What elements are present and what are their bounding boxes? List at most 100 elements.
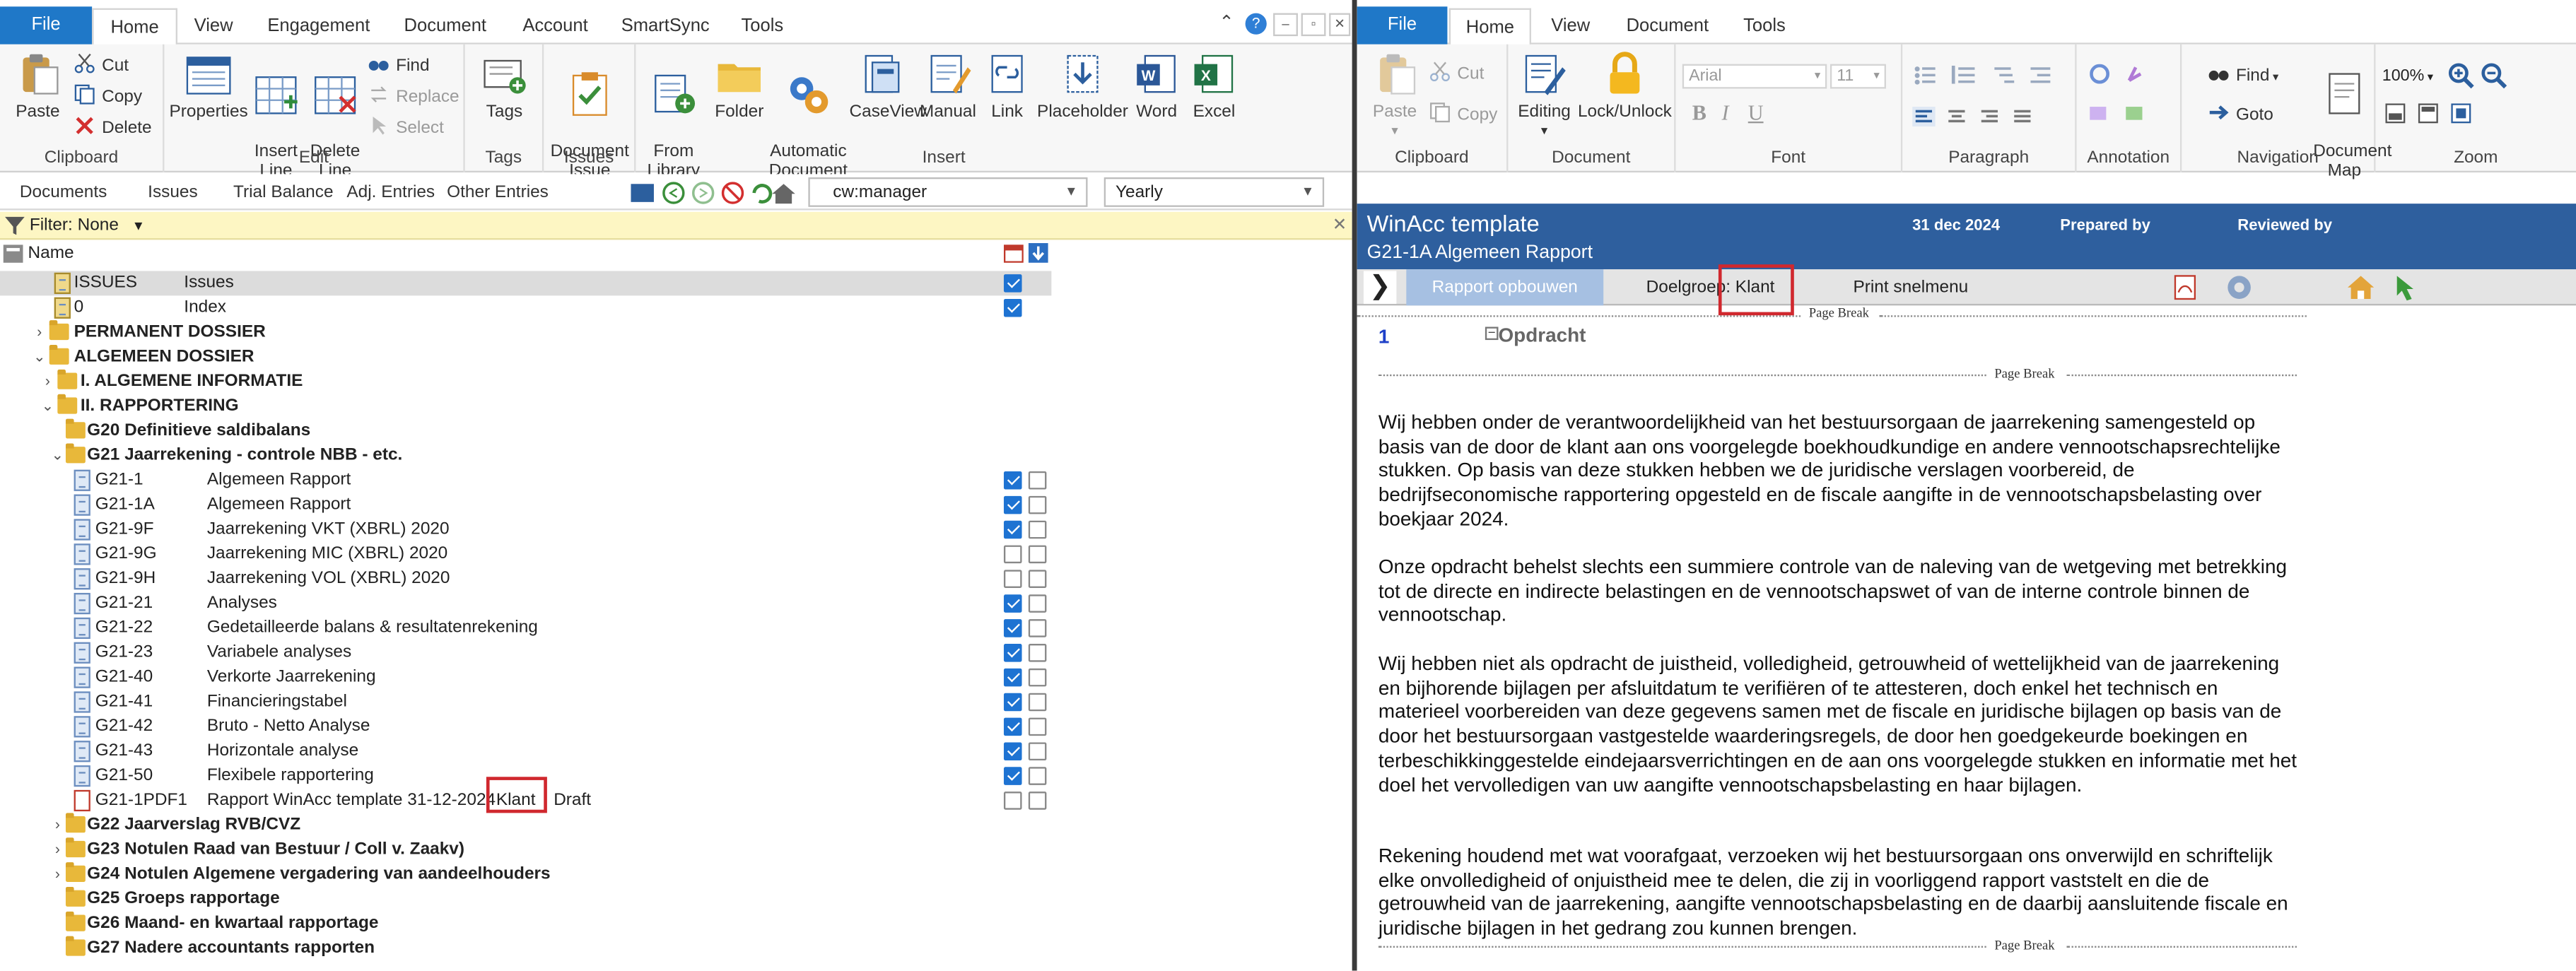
editor-tab-home[interactable]: Home (1448, 8, 1531, 47)
multilevel-list-icon[interactable] (1994, 67, 2015, 83)
home-icon[interactable] (2346, 273, 2376, 302)
nav-adj-entries[interactable]: Adj. Entries (346, 174, 435, 210)
collapse-ribbon-icon[interactable]: ⌃ (1219, 11, 1234, 33)
reviewed-checkbox[interactable] (1028, 570, 1047, 588)
tab-view[interactable]: View (184, 8, 243, 45)
word-button[interactable]: W Word (1130, 51, 1183, 122)
editor-cut-button[interactable]: Cut (1429, 61, 1484, 87)
calendar-icon[interactable] (1003, 243, 1024, 263)
tags-button[interactable]: Tags (478, 51, 530, 122)
align-center-icon[interactable] (1948, 110, 1965, 123)
tree-row[interactable]: 0 Index (0, 295, 1051, 320)
prepared-checkbox[interactable] (1003, 545, 1022, 564)
folder-button[interactable]: Folder (710, 51, 769, 122)
build-report-button[interactable]: Rapport opbouwen (1406, 269, 1604, 306)
tree-row[interactable]: › G22 Jaarverslag RVB/CVZ (0, 813, 1051, 837)
editor-copy-button[interactable]: Copy (1429, 102, 1497, 128)
prepared-checkbox[interactable] (1003, 495, 1022, 514)
properties-button[interactable]: Properties (168, 51, 250, 122)
collapse-arrow-icon[interactable]: ⌄ (49, 443, 66, 468)
tree-row[interactable]: G20 Definitieve saldibalans (0, 418, 1051, 444)
replace-button[interactable]: Replace (368, 84, 459, 110)
forward-icon[interactable] (691, 182, 715, 204)
editor-tab-tools[interactable]: Tools (1735, 8, 1794, 45)
collapse-arrow-icon[interactable]: ⌄ (40, 394, 56, 419)
annotate-icon[interactable] (2127, 66, 2142, 82)
tab-document[interactable]: Document (394, 8, 496, 45)
tickmark-icon[interactable] (2090, 64, 2110, 84)
prepared-checkbox[interactable] (1003, 520, 1022, 539)
pane-splitter[interactable] (1352, 0, 1357, 971)
reviewed-checkbox[interactable] (1028, 791, 1047, 810)
expand-arrow-icon[interactable]: › (49, 862, 66, 887)
tree-row[interactable]: G25 Groeps rapportage (0, 886, 1051, 912)
align-left-icon[interactable] (1912, 107, 1936, 126)
tab-tools[interactable]: Tools (733, 8, 792, 45)
nav-trial-balance[interactable]: Trial Balance (233, 174, 334, 210)
tree-row[interactable]: G21-1A Algemeen Rapport (0, 493, 1051, 517)
goto-button[interactable]: Goto (2208, 102, 2273, 128)
reviewed-checkbox[interactable] (1028, 520, 1047, 539)
prepared-checkbox[interactable] (1003, 717, 1022, 736)
collapse-section-icon[interactable]: − (1485, 326, 1499, 341)
sort-down-icon[interactable] (1028, 242, 1048, 263)
list-icon[interactable] (631, 184, 654, 202)
pdf-icon[interactable] (2172, 274, 2198, 300)
copy-button[interactable]: Copy (74, 84, 142, 110)
zoom-dropdown[interactable]: 100% ▾ (2382, 64, 2442, 89)
tree-row[interactable]: G21-9F Jaarrekening VKT (XBRL) 2020 (0, 517, 1051, 542)
align-right-icon[interactable] (1981, 110, 1998, 123)
prepared-checkbox[interactable] (1003, 570, 1022, 588)
nav-issues[interactable]: Issues (148, 174, 198, 210)
download-arrow-icon[interactable] (2392, 273, 2418, 302)
editor-find-button[interactable]: Find ▾ (2208, 62, 2278, 88)
caseview-button[interactable]: CaseView (850, 51, 927, 122)
close-filter-icon[interactable]: ✕ (1333, 212, 1347, 240)
tab-engagement[interactable]: Engagement (263, 8, 375, 45)
status-checkbox[interactable] (1003, 274, 1022, 293)
tree-row[interactable]: G21-1 Algemeen Rapport (0, 468, 1051, 493)
paragraph-3[interactable]: Wij hebben niet als opdracht de juisthei… (1378, 652, 2298, 797)
tree-row[interactable]: G21-22 Gedetailleerde balans & resultaten… (0, 616, 1051, 640)
tree-row[interactable]: G21-9H Jaarrekening VOL (XBRL) 2020 (0, 567, 1051, 592)
name-column-header[interactable]: Name (28, 240, 74, 268)
reviewed-checkbox[interactable] (1028, 767, 1047, 785)
paste-button[interactable]: Paste (10, 51, 66, 122)
prepared-checkbox[interactable] (1003, 791, 1022, 810)
nav-other-entries[interactable]: Other Entries (447, 174, 549, 210)
tree-row[interactable]: ⌄ G21 Jaarrekening - controle NBB - etc. (0, 443, 1051, 468)
chevron-right-icon[interactable]: ❯ (1363, 271, 1397, 304)
tree-row[interactable]: G21-1PDF1 Rapport WinAcc template 31-12-2… (0, 777, 1051, 813)
reviewed-checkbox[interactable] (1028, 545, 1047, 564)
manual-button[interactable]: Manual (918, 51, 978, 122)
tree-row[interactable]: G21-42 Bruto - Netto Analyse (0, 714, 1051, 739)
prepared-checkbox[interactable] (1003, 668, 1022, 687)
prepared-checkbox[interactable] (1003, 644, 1022, 662)
tree-row[interactable]: G21-43 Horizontale analyse (0, 739, 1051, 764)
paragraph-1[interactable]: Wij hebben onder de verantwoordelijkheid… (1378, 411, 2298, 531)
expand-arrow-icon[interactable]: › (31, 320, 47, 345)
editor-tab-view[interactable]: View (1541, 8, 1600, 45)
refresh-icon[interactable] (752, 184, 773, 204)
expand-arrow-icon[interactable]: › (49, 837, 66, 862)
justify-icon[interactable] (2014, 110, 2031, 123)
tree-row[interactable]: G21-21 Analyses (0, 592, 1051, 616)
reviewed-checkbox[interactable] (1028, 594, 1047, 613)
tab-home[interactable]: Home (92, 8, 177, 47)
tab-file[interactable]: File (0, 6, 93, 45)
home-icon[interactable] (772, 184, 795, 204)
underline-button[interactable]: U (1748, 100, 1764, 126)
print-menu-button[interactable]: Print snelmenu (1853, 269, 1968, 305)
expand-arrow-icon[interactable]: › (49, 813, 66, 837)
indent-icon[interactable] (2030, 67, 2051, 83)
paragraph-2[interactable]: Onze opdracht behelst slechts een summie… (1378, 555, 2298, 628)
expand-arrow-icon[interactable]: › (40, 370, 56, 394)
reviewed-checkbox[interactable] (1028, 619, 1047, 637)
bold-button[interactable]: B (1692, 100, 1706, 126)
reviewed-checkbox[interactable] (1028, 495, 1047, 514)
find-button[interactable]: Find (368, 52, 430, 78)
font-size-dropdown[interactable]: 11 ▾ (1829, 64, 1886, 89)
delete-button[interactable]: Delete (74, 115, 152, 141)
help-icon[interactable]: ? (1245, 13, 1267, 35)
tree-row[interactable]: ⌄ II. RAPPORTERING (0, 394, 1051, 419)
